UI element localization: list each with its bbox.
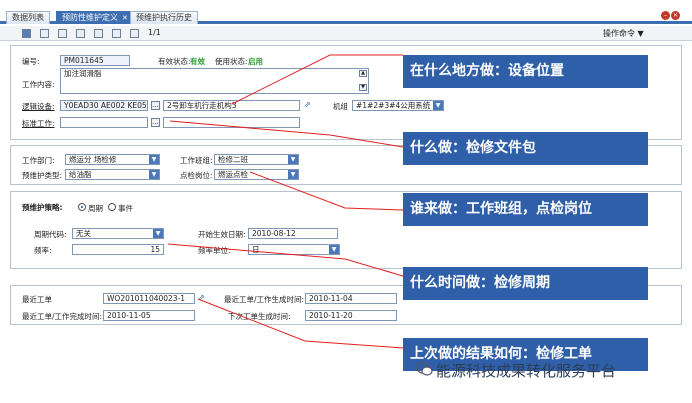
post-label: 点检岗位: [180, 171, 213, 180]
tab-data-list[interactable]: 数据列表 [6, 11, 50, 24]
device-name-field[interactable]: 2号卸车机行走机构3 [163, 100, 300, 111]
std-work-label[interactable]: 标准工作: [22, 118, 55, 129]
last-gen-label: 最近工单/工作生成时间: [224, 295, 305, 304]
tab-bar: 数据列表 预防性维护定义 ✕ 预维护执行历史 – ✕ [0, 0, 692, 24]
content-textarea[interactable]: 加注润滑脂 [60, 68, 369, 94]
tab-label: 预防性维护定义 [62, 13, 118, 22]
cycle-code-select-value: 无关 [76, 229, 91, 238]
first-page-icon[interactable] [94, 29, 103, 38]
start-date-label: 开始生效日期: [198, 230, 246, 239]
radio-event[interactable] [108, 203, 116, 211]
callout-who: 谁来做：工作班组，点检岗位 [403, 193, 648, 226]
tab-label: 预维护执行历史 [136, 13, 192, 22]
close-icon[interactable]: ✕ [122, 14, 128, 22]
frequency-unit-label: 频率单位: [198, 246, 231, 255]
dept-select[interactable]: 燃运分 场检修 ▼ [65, 154, 160, 165]
valid-status-value: 有效 [190, 57, 205, 66]
frequency-unit-select[interactable]: 日 ▼ [248, 244, 340, 255]
tab-pm-history[interactable]: 预维护执行历史 [130, 11, 198, 24]
last-done-field[interactable]: 2010-11-05 [103, 310, 195, 321]
chevron-down-icon: ▼ [149, 155, 159, 164]
std-work-lookup-button[interactable]: … [151, 118, 160, 127]
chevron-down-icon: ▼ [433, 101, 443, 110]
use-status-value: 启用 [248, 57, 263, 66]
delete-icon[interactable] [76, 29, 85, 38]
code-label: 编号: [22, 57, 40, 66]
cycle-code-label: 周期代码: [34, 230, 67, 239]
toolbar: 1/1 操作命令 ▼ [0, 26, 692, 41]
dept-label: 工作部门: [22, 156, 55, 165]
start-date-field[interactable]: 2010-08-12 [248, 228, 338, 239]
valid-status-label: 有效状态: [158, 57, 191, 66]
chevron-down-icon: ▼ [329, 245, 339, 254]
last-wo-field[interactable]: WO201011040023-1 [103, 293, 195, 304]
post-select-value: 燃运点检 [218, 170, 248, 179]
content-label: 工作内容: [22, 80, 55, 89]
post-select[interactable]: 燃运点检 ▼ [214, 169, 299, 180]
tab-pm-definition[interactable]: 预防性维护定义 ✕ [56, 11, 134, 24]
close-window-icon[interactable]: ✕ [671, 11, 680, 20]
chevron-down-icon: ▼ [149, 170, 159, 179]
pm-type-label: 预维护类型: [22, 171, 63, 180]
chat-bubble-icon [416, 362, 433, 376]
last-done-label: 最近工单/工作完成时间: [22, 312, 103, 321]
tab-label: 数据列表 [12, 13, 44, 22]
callout-what: 什么做：检修文件包 [403, 132, 648, 165]
last-wo-label: 最近工单 [22, 295, 52, 304]
scroll-down-icon[interactable]: ▼ [359, 84, 367, 91]
scroll-up-icon[interactable]: ▲ [359, 70, 367, 77]
frequency-unit-select-value: 日 [252, 245, 260, 254]
team-select-value: 检修二班 [218, 155, 248, 164]
device-lookup-button[interactable]: … [151, 101, 160, 110]
next-gen-label: 下次工单生成时间: [228, 312, 291, 321]
last-gen-field[interactable]: 2010-11-04 [305, 293, 397, 304]
frequency-field[interactable]: 15 [72, 244, 164, 255]
callout-where: 在什么地方做：设备位置 [403, 55, 648, 88]
pm-type-select-value: 给油脂 [69, 170, 92, 179]
cycle-code-select[interactable]: 无关 ▼ [72, 228, 164, 239]
next-page-icon[interactable] [130, 29, 139, 38]
page-indicator: 1/1 [148, 28, 161, 37]
device-label[interactable]: 逻辑设备: [22, 101, 55, 112]
pm-type-select[interactable]: 给油脂 ▼ [65, 169, 160, 180]
window-controls: – ✕ [660, 10, 680, 21]
minimize-icon[interactable]: – [661, 11, 670, 20]
unit-select-value: #1#2#3#4公用系统 [356, 101, 431, 110]
prev-page-icon[interactable] [112, 29, 121, 38]
chevron-down-icon: ▼ [153, 229, 163, 238]
team-label: 工作班组: [180, 156, 213, 165]
radio-event-label: 事件 [118, 204, 133, 213]
unit-label: 机组 [333, 102, 348, 111]
ops-command-menu[interactable]: 操作命令 ▼ [603, 28, 644, 39]
strategy-title: 预维护策略: [22, 203, 63, 212]
radio-period-label: 周期 [88, 204, 103, 213]
chevron-down-icon: ▼ [288, 155, 298, 164]
use-status-label: 使用状态: [215, 57, 248, 66]
frequency-label: 频率: [34, 246, 52, 255]
next-gen-field[interactable]: 2010-11-20 [305, 310, 397, 321]
new-doc-icon[interactable] [40, 29, 49, 38]
device-code-field[interactable]: Y0EAD30 AE002 KE05 [60, 100, 148, 111]
std-work-field[interactable] [60, 117, 148, 128]
unit-select[interactable]: #1#2#3#4公用系统 ▼ [352, 100, 444, 111]
callout-when: 什么时间做：检修周期 [403, 267, 648, 300]
refresh-icon[interactable] [58, 29, 67, 38]
save-icon[interactable] [22, 29, 31, 38]
dept-select-value: 燃运分 场检修 [69, 155, 117, 164]
std-work-name-field[interactable] [163, 117, 300, 128]
chevron-down-icon: ▼ [288, 170, 298, 179]
code-field[interactable]: PM011645 [60, 55, 130, 66]
wo-link-icon[interactable]: ⇗ [198, 294, 206, 302]
link-icon[interactable]: ⇗ [304, 101, 312, 109]
watermark-text: 能源科技成果转化服务平台 [436, 362, 617, 380]
radio-period[interactable] [78, 203, 86, 211]
team-select[interactable]: 检修二班 ▼ [214, 154, 299, 165]
